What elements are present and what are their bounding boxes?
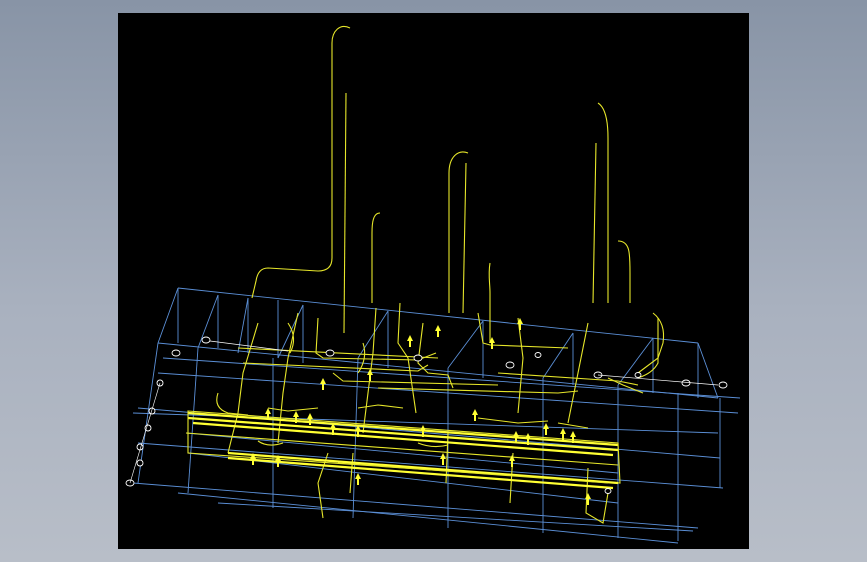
riser-pipes <box>251 25 659 379</box>
piping-drawing <box>125 25 741 544</box>
cad-viewport[interactable] <box>118 13 749 549</box>
pipe-network <box>216 302 665 524</box>
